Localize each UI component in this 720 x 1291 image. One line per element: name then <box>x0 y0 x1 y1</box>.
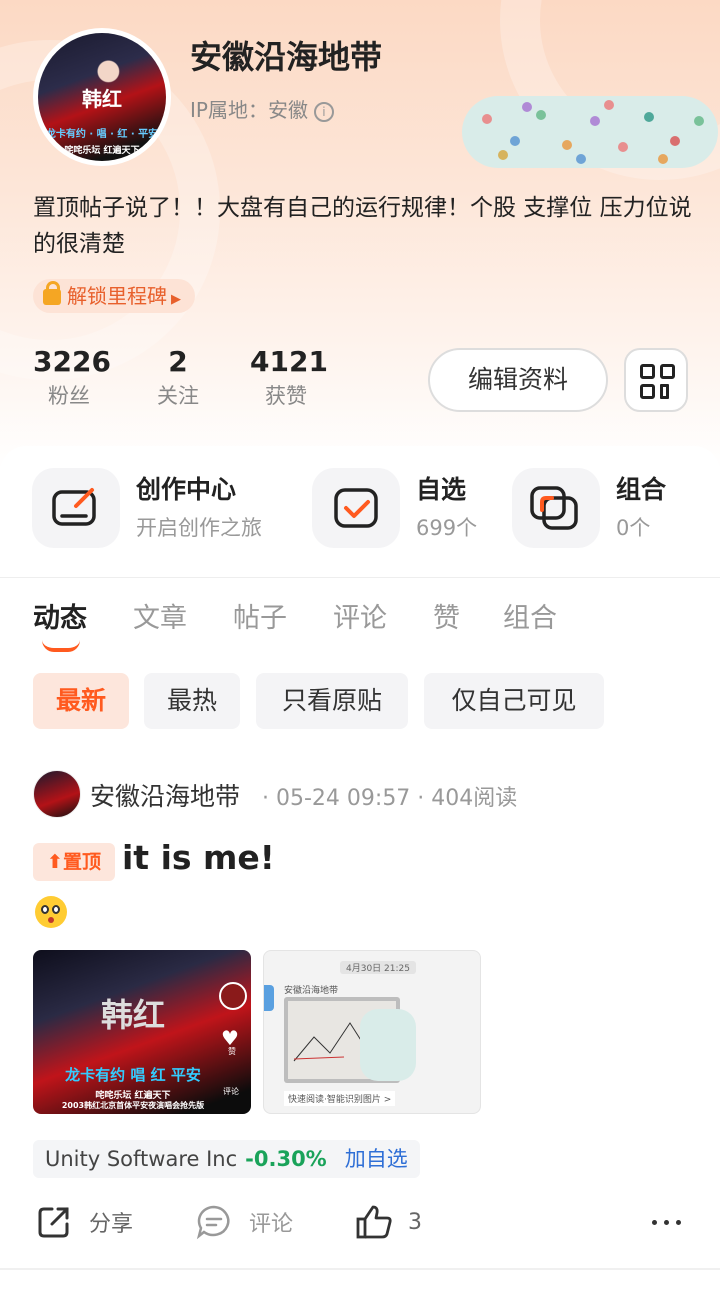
chat-footer: 快速阅读·智能识别图片 > <box>284 1091 396 1106</box>
avatar-thumb <box>219 982 247 1010</box>
tool-subtitle: 开启创作之旅 <box>136 516 262 540</box>
share-button[interactable]: 分享 <box>36 1204 133 1240</box>
tab-dynamics[interactable]: 动态 <box>33 596 87 635</box>
avatar-caption: 龙卡有约 · 唱 · 红 · 平安 <box>45 129 159 140</box>
avatar-caption: 咤咤乐坛 红遍天下 <box>64 146 140 156</box>
edit-profile-button[interactable]: 编辑资料 <box>428 348 608 412</box>
tool-subtitle: 0个 <box>616 516 651 540</box>
stat-value: 3226 <box>33 345 111 378</box>
comment-label: 评论 <box>223 1087 239 1096</box>
filter-hottest[interactable]: 最热 <box>144 673 240 729</box>
tool-title: 组合 <box>616 475 667 504</box>
avatar[interactable]: 韩红 龙卡有约 · 唱 · 红 · 平安 咤咤乐坛 红遍天下 <box>33 28 171 166</box>
divider <box>0 1268 720 1270</box>
chat-time: 4月30日 21:25 <box>340 961 416 974</box>
post-meta: · 05-24 09:57 · 404阅读 <box>262 786 518 811</box>
portfolio-icon <box>530 486 578 530</box>
filter-latest[interactable]: 最新 <box>33 673 129 729</box>
thumbs-up-icon <box>356 1205 392 1239</box>
stat-likes[interactable]: 4121 获赞 <box>250 344 328 412</box>
comment-icon <box>196 1205 230 1240</box>
surprised-emoji-icon <box>35 896 67 928</box>
tool-title: 创作中心 <box>136 475 237 504</box>
stock-change: -0.30% <box>245 1147 327 1171</box>
like-button[interactable]: 3 <box>355 1204 422 1240</box>
like-count: 3 <box>408 1209 422 1235</box>
chat-sender: 安徽沿海地带 <box>284 986 339 996</box>
filter-private[interactable]: 仅自己可见 <box>424 673 604 729</box>
qr-code-icon <box>640 384 655 399</box>
tool-title: 自选 <box>416 475 467 504</box>
tab-comments[interactable]: 评论 <box>333 596 387 635</box>
tab-portfolio[interactable]: 组合 <box>503 596 557 635</box>
creation-icon-box <box>32 468 120 548</box>
post-author-avatar[interactable] <box>33 770 81 818</box>
image-caption: 龙卡有约 唱 红 平安 <box>65 1066 201 1084</box>
pin-arrow-icon: ⬆ <box>47 851 63 873</box>
qr-code-button[interactable] <box>624 348 688 412</box>
stat-label: 获赞 <box>265 384 307 408</box>
edit-icon <box>52 488 96 526</box>
qr-code-icon <box>660 384 669 399</box>
comment-label: 评论 <box>249 1212 294 1237</box>
profile-bio: 置顶帖子说了！！大盘有自己的运行规律！个股 支撑位 压力位说的很清楚 <box>33 195 692 257</box>
stat-label: 关注 <box>157 384 199 408</box>
lock-icon <box>43 281 61 305</box>
stock-name: Unity Software Inc <box>45 1147 238 1171</box>
divider <box>0 577 720 578</box>
stat-followers[interactable]: 3226 粉丝 <box>33 344 111 412</box>
qr-code-icon <box>660 364 675 379</box>
stat-label: 粉丝 <box>48 384 90 408</box>
profile-name: 安徽沿海地带 <box>190 38 383 76</box>
ip-location: IP属地：安徽 i <box>190 94 334 123</box>
milestone-button[interactable]: 解锁里程碑 ▶ <box>33 279 195 313</box>
post-title[interactable]: it is me! <box>122 838 275 877</box>
avatar-caption: 韩红 <box>82 87 122 111</box>
image-caption: 2003韩红北京首体平安夜演唱会抢先版 <box>61 1101 205 1110</box>
pinned-badge: ⬆置顶 <box>33 843 115 881</box>
tab-likes[interactable]: 赞 <box>433 596 460 635</box>
qr-code-icon <box>640 364 655 379</box>
caret-right-icon: ▶ <box>171 292 181 307</box>
share-icon <box>38 1207 69 1238</box>
portfolio-icon-box <box>512 468 600 548</box>
filter-original-only[interactable]: 只看原贴 <box>256 673 408 729</box>
pinned-label: 置顶 <box>62 851 101 873</box>
stat-value: 2 <box>168 345 188 378</box>
post-image-2[interactable]: 4月30日 21:25 安徽沿海地带 快速阅读·智能识别图片 > <box>263 950 481 1114</box>
watchlist-icon-box <box>312 468 400 548</box>
tab-articles[interactable]: 文章 <box>133 596 187 635</box>
post-author-name[interactable]: 安徽沿海地带 <box>90 777 240 813</box>
share-label: 分享 <box>89 1212 134 1237</box>
active-tab-indicator <box>42 640 80 652</box>
comment-button[interactable]: 评论 <box>196 1204 293 1240</box>
add-to-watchlist-link[interactable]: 加自选 <box>345 1147 408 1171</box>
mosaic-blur <box>360 1009 416 1081</box>
ip-label: IP属地：安徽 <box>190 98 308 122</box>
info-icon[interactable]: i <box>313 101 334 122</box>
post-image-1[interactable]: 韩红 龙卡有约 唱 红 平安 咤咤乐坛 红遍天下 2003韩红北京首体平安夜演唱… <box>33 950 251 1114</box>
stat-following[interactable]: 2 关注 <box>150 344 206 412</box>
milestone-label: 解锁里程碑 <box>67 284 167 308</box>
avatar-image: 韩红 龙卡有约 · 唱 · 红 · 平安 咤咤乐坛 红遍天下 <box>38 33 166 161</box>
like-label: 赞 <box>228 1047 236 1056</box>
chat-avatar <box>264 985 274 1011</box>
image-caption: 韩红 <box>100 996 165 1034</box>
tool-subtitle: 699个 <box>416 516 478 540</box>
stock-tag[interactable]: Unity Software Inc -0.30% 加自选 <box>33 1140 420 1178</box>
tab-posts[interactable]: 帖子 <box>233 596 287 635</box>
mosaic-blur <box>462 96 718 168</box>
checkbox-icon <box>334 488 378 528</box>
stat-value: 4121 <box>250 345 328 378</box>
